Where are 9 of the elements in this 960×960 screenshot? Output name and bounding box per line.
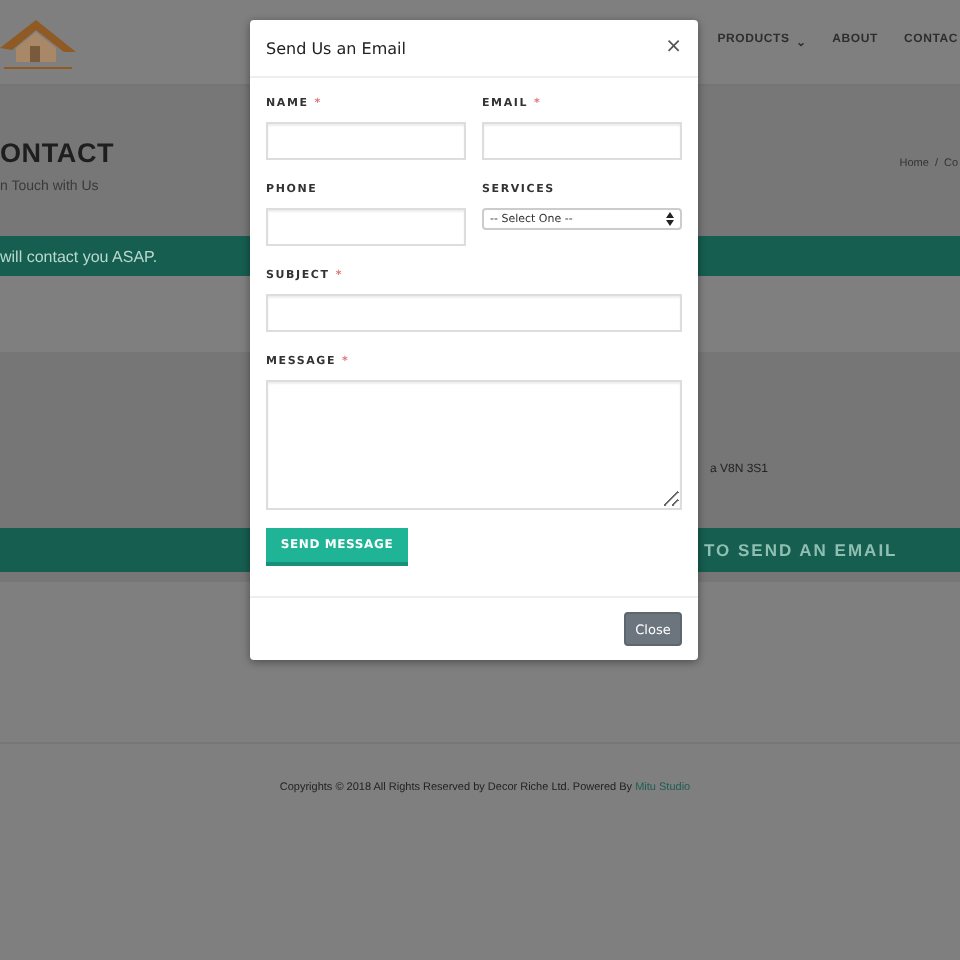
select-arrows-icon [666, 212, 674, 226]
modal-title: Send Us an Email [266, 39, 406, 57]
page-title: ONTACT [0, 137, 115, 167]
input-field[interactable] [266, 122, 466, 160]
message-field[interactable] [266, 380, 682, 510]
email-banner-text[interactable]: TO SEND AN EMAIL [704, 540, 898, 560]
input-field[interactable] [266, 294, 682, 332]
input-field[interactable] [482, 122, 682, 160]
input-field[interactable] [266, 208, 466, 246]
